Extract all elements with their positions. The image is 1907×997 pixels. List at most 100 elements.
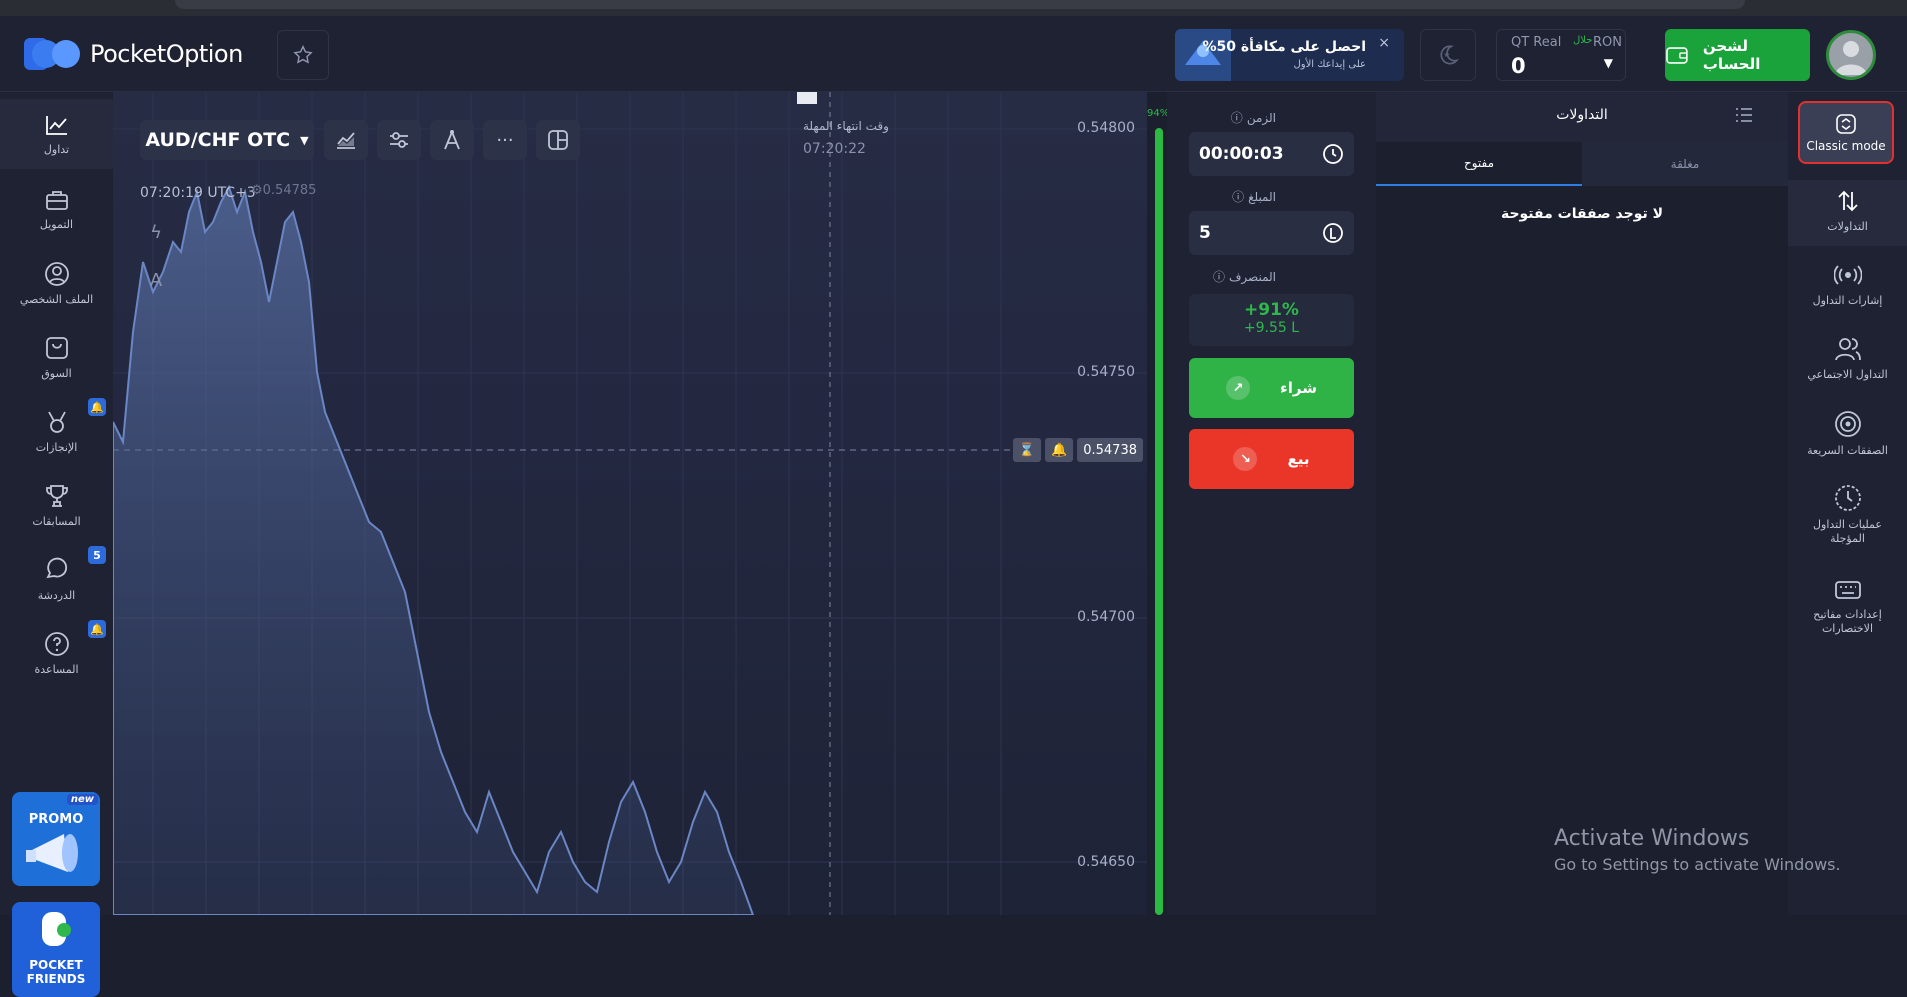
bonus-promo-banner[interactable]: %احصل على مكافأة 50 على إيداعك الأول × <box>1175 29 1404 81</box>
time-input[interactable]: 00:00:03 <box>1189 132 1354 176</box>
nav-label: الإنجازات <box>35 440 78 454</box>
amount-input[interactable]: 5 <box>1189 211 1354 255</box>
target-icon <box>1834 411 1861 437</box>
rnav-item-quick-trades[interactable]: الصفقات السريعة <box>1788 410 1907 458</box>
asset-selector[interactable]: AUD/CHF OTC ▼ <box>140 120 314 160</box>
buy-button[interactable]: ↗ شراء <box>1189 358 1354 418</box>
sell-button[interactable]: ↘ بيع <box>1189 429 1354 489</box>
wallet-icon <box>1666 47 1688 64</box>
friends-label-line-2: FRIENDS <box>26 972 86 986</box>
current-price: 0.54738 <box>1077 438 1143 462</box>
current-price-marker: ⌛ 🔔 0.54738 <box>1012 438 1143 462</box>
pocket-friends-icon <box>42 912 71 946</box>
payout-percent: +91% <box>1244 300 1299 320</box>
rnav-item-social-trading[interactable]: التداول الاجتماعي <box>1788 336 1907 382</box>
amount-value: 5 <box>1199 223 1211 243</box>
clock-icon <box>1834 485 1861 511</box>
help-icon[interactable]: ⓘ <box>1232 188 1244 205</box>
nav-item-achievements[interactable]: 🔔 الإنجازات <box>0 396 113 466</box>
deposit-button[interactable]: لشحن الحساب <box>1665 29 1810 81</box>
favorites-button[interactable] <box>277 30 329 80</box>
trophy-icon <box>45 484 68 507</box>
text-tool-label: A <box>149 269 163 291</box>
rnav-item-signals[interactable]: إشارات التداول <box>1788 262 1907 308</box>
classic-mode-button[interactable]: Classic mode <box>1798 101 1894 164</box>
area-chart-icon <box>337 132 355 149</box>
promo-card[interactable]: new PROMO <box>12 792 100 886</box>
nav-item-help[interactable]: 🔔 المساعدة <box>0 618 113 688</box>
sentiment-gauge: 94% <box>1147 92 1169 915</box>
logo[interactable]: PocketOption <box>22 36 243 72</box>
drawing-tools-button[interactable] <box>430 120 474 160</box>
currency-icon[interactable] <box>1322 222 1344 244</box>
clock-icon[interactable] <box>1322 143 1344 165</box>
nav-label: الدردشة <box>37 588 76 602</box>
nav-item-profile[interactable]: الملف الشخصي <box>0 248 113 318</box>
theme-toggle-button[interactable] <box>1420 29 1476 81</box>
browser-top-strip <box>0 0 1907 16</box>
avatar[interactable] <box>1826 30 1876 80</box>
help-icon[interactable]: ⓘ <box>1231 109 1243 126</box>
more-options-button[interactable]: ··· <box>483 120 527 160</box>
empty-trades-message: لا توجد صفقات مفتوحة <box>1500 206 1664 222</box>
arrow-down-right-icon: ↘ <box>1233 447 1258 471</box>
tab-open[interactable]: مفتوح <box>1376 142 1582 186</box>
expiry-time: 07:20:22 <box>803 141 866 157</box>
friends-label: POCKET FRIENDS <box>12 958 100 986</box>
pocket-friends-card[interactable]: POCKET FRIENDS <box>12 902 100 997</box>
list-menu-icon[interactable] <box>1734 106 1754 124</box>
last-price-hint: ⚙0.54785 <box>251 183 317 198</box>
time-value: 00:00:03 <box>1199 144 1284 164</box>
classic-mode-label: Classic mode <box>1806 138 1886 153</box>
friends-label-line-1: POCKET <box>29 958 83 972</box>
price-level: 0.54700 <box>1077 609 1135 625</box>
trading-chart[interactable]: AUD/CHF OTC ▼ ··· 07:20:19 UTC+3 ⚙0.5478… <box>113 92 1147 915</box>
layout-button[interactable] <box>536 120 580 160</box>
indicators-button[interactable] <box>377 120 421 160</box>
nav-label: المسابقات <box>32 514 81 528</box>
close-icon[interactable]: × <box>1378 35 1390 51</box>
expiry-label: وقت انتهاء المهلة <box>803 119 889 133</box>
halal-badge: حلال <box>1573 35 1593 46</box>
right-sidebar: Classic mode التداولات إشارات التداول ال… <box>1788 92 1907 915</box>
rnav-item-trades[interactable]: التداولات <box>1788 180 1907 246</box>
trade-panel: ⓘ الزمن 00:00:03 ⓘ المبلغ 5 ⓘ المنصرف +91% … <box>1167 92 1376 915</box>
logo-icon <box>24 38 80 70</box>
bell-icon[interactable]: 🔔 <box>1045 438 1074 462</box>
rnav-item-hotkeys[interactable]: إعدادات مفاتيح الاختصارات <box>1788 578 1907 636</box>
nav-item-chat[interactable]: 5 الدردشة <box>0 544 113 614</box>
tab-closed[interactable]: مغلقة <box>1582 142 1788 186</box>
server-time: 07:20:19 UTC+3 <box>140 185 256 201</box>
deposit-label: لشحن الحساب <box>1702 37 1761 73</box>
rnav-item-pending-trades[interactable]: عمليات التداول المؤجلة <box>1788 484 1907 546</box>
rnav-label: التداولات <box>1827 220 1868 233</box>
chart-type-button[interactable] <box>324 120 368 160</box>
buy-label: شراء <box>1280 379 1317 397</box>
help-icon[interactable]: ⓘ <box>1213 268 1225 285</box>
gift-icon <box>1175 29 1231 81</box>
payout-amount: +9.55 L <box>1243 320 1300 336</box>
price-chart-canvas[interactable] <box>113 92 1147 915</box>
nav-item-market[interactable]: السوق <box>0 322 113 392</box>
brand-name: PocketOption <box>90 40 243 68</box>
quick-action-button[interactable]: ϟ <box>140 216 172 248</box>
activate-title: Activate Windows <box>1554 826 1750 851</box>
payout-label-text: المنصرف <box>1228 269 1276 284</box>
nav-item-tournaments[interactable]: المسابقات <box>0 470 113 540</box>
compass-draw-icon <box>444 130 460 150</box>
promo-subtitle: على إيداعك الأول <box>1293 59 1366 70</box>
nav-label: تداول <box>43 142 70 156</box>
currency-label: RON <box>1593 35 1622 50</box>
hourglass-icon[interactable]: ⌛ <box>1012 438 1042 462</box>
signal-icon <box>1833 265 1862 285</box>
more-horizontal-icon: ··· <box>496 129 514 151</box>
lightning-icon: ϟ <box>150 221 162 243</box>
promo-title: %احصل على مكافأة 50 <box>1202 39 1366 55</box>
nav-item-trade[interactable]: تداول <box>0 99 113 169</box>
price-level: 0.54800 <box>1077 120 1135 136</box>
text-tool-button[interactable]: A <box>140 264 172 296</box>
nav-item-finance[interactable]: التمويل <box>0 174 113 244</box>
layout-grid-icon <box>548 130 568 150</box>
account-balance-dropdown[interactable]: QT Real حلال RON 0 ▼ <box>1496 29 1626 81</box>
price-level: 0.54650 <box>1077 854 1135 870</box>
